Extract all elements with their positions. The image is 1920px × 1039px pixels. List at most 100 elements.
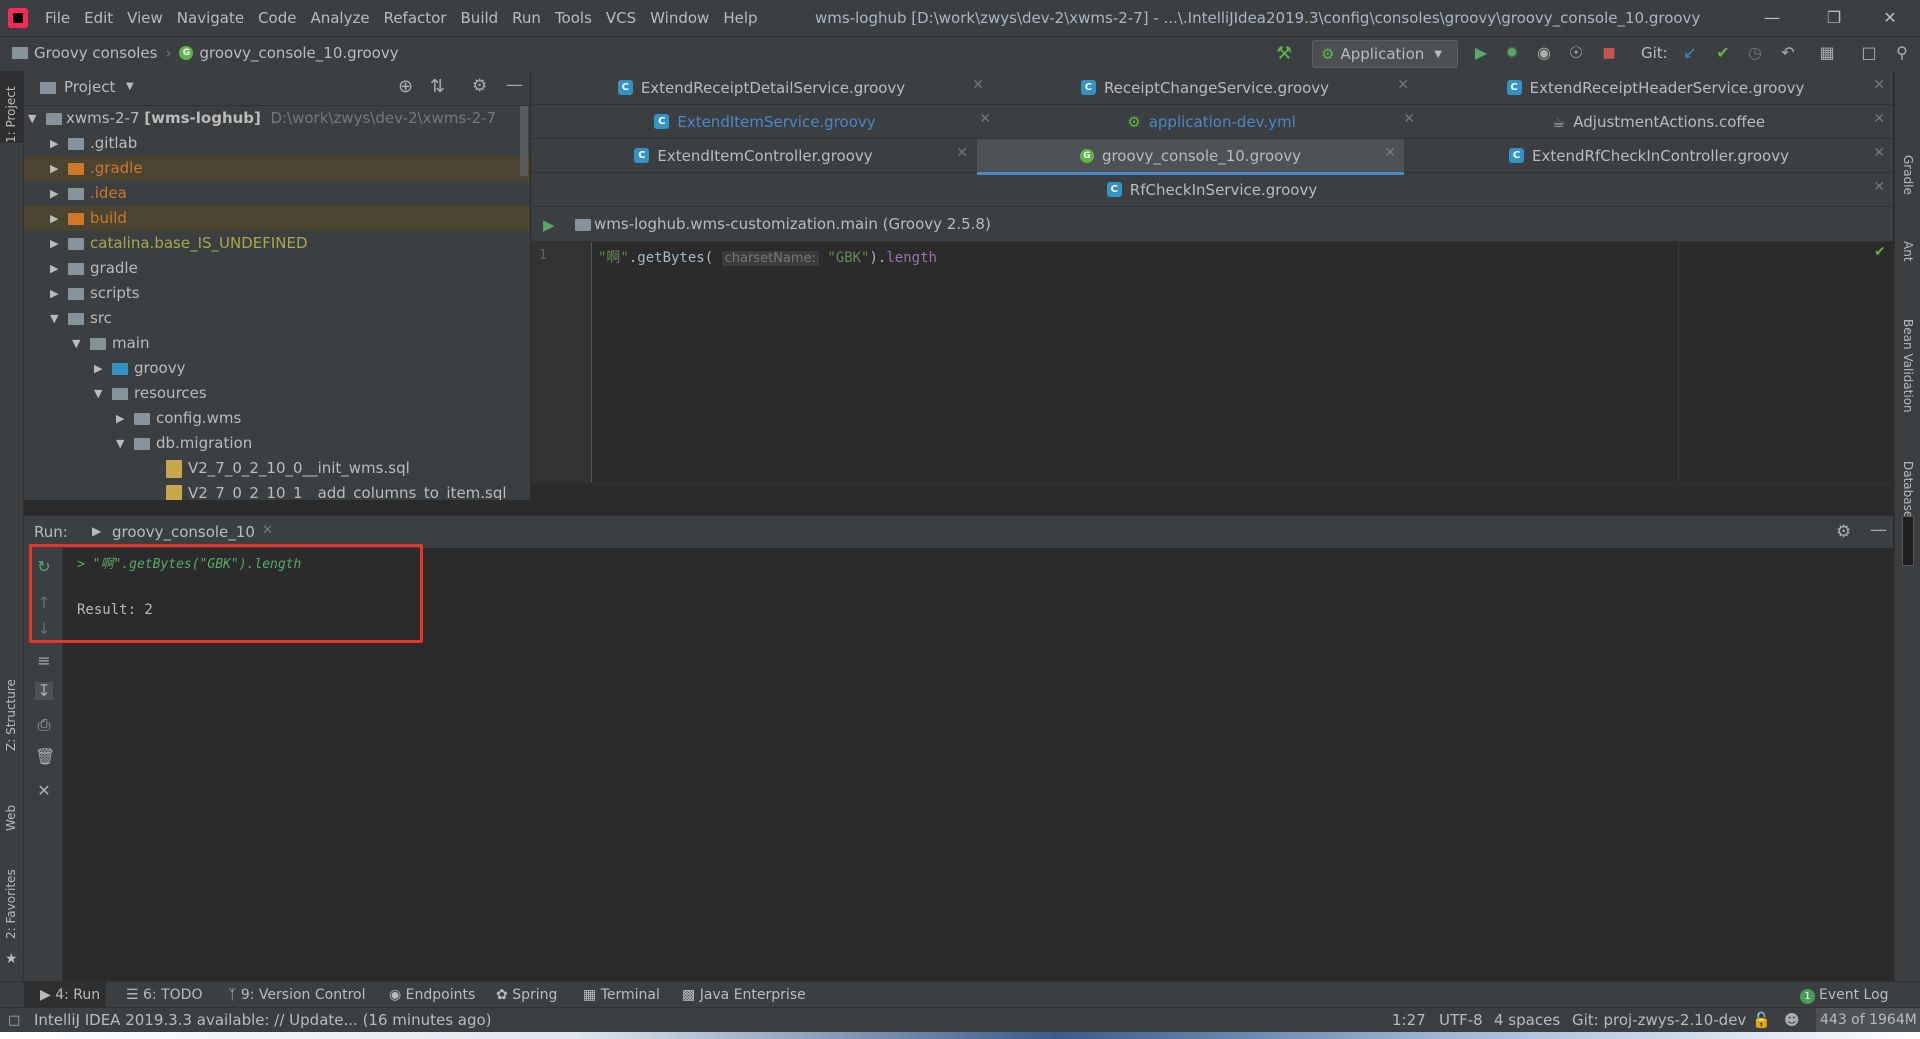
- memory-usage[interactable]: 443 of 1964M: [1816, 1008, 1920, 1033]
- restore-button[interactable]: ❐: [1812, 0, 1856, 36]
- git-update-icon[interactable]: ↙: [1681, 44, 1699, 62]
- menu-navigate[interactable]: Navigate: [170, 9, 251, 27]
- hide-panel-icon[interactable]: —: [1870, 520, 1887, 540]
- tab-extend-item-controller[interactable]: C ExtendItemController.groovy ✕: [531, 139, 976, 173]
- tab-groovy-console-10[interactable]: Ggroovy_console_10.groovy ✕: [977, 139, 1404, 175]
- layout-icon[interactable]: □: [1860, 44, 1878, 62]
- tool-tab-version-control[interactable]: ᛉ 9: Version Control: [228, 982, 365, 1008]
- menu-analyze[interactable]: Analyze: [303, 9, 376, 27]
- tree-node-gradle[interactable]: ▶ gradle: [50, 256, 138, 281]
- tool-tab-endpoints[interactable]: ◉ Endpoints: [389, 982, 475, 1008]
- menu-build[interactable]: Build: [454, 9, 506, 27]
- close-run-tab-icon[interactable]: ✕: [262, 523, 273, 538]
- lock-icon[interactable]: 🔓: [1752, 1008, 1771, 1033]
- tool-tab-spring[interactable]: ✿ Spring: [496, 982, 557, 1008]
- tool-tab-ant[interactable]: Ant: [1901, 241, 1915, 262]
- chevron-down-icon[interactable]: ▼: [126, 81, 134, 92]
- menu-tools[interactable]: Tools: [548, 9, 599, 27]
- file-encoding[interactable]: UTF-8: [1439, 1008, 1483, 1033]
- vertical-scrollbar[interactable]: [520, 106, 528, 176]
- git-commit-icon[interactable]: ✔: [1714, 44, 1732, 62]
- close-run-icon[interactable]: ✕: [35, 782, 53, 800]
- hide-panel-icon[interactable]: —: [506, 75, 523, 95]
- run-tab-groovy-console-10[interactable]: groovy_console_10: [112, 523, 255, 541]
- git-history-icon[interactable]: ◷: [1746, 44, 1764, 62]
- indent-setting[interactable]: 4 spaces: [1494, 1008, 1560, 1033]
- profile-icon[interactable]: ☉: [1567, 44, 1585, 62]
- tree-node-gitlab[interactable]: ▶ .gitlab: [50, 131, 137, 156]
- code-editor[interactable]: "啊".getBytes( charsetName: "GBK").length…: [592, 242, 1893, 482]
- tree-node-db-migration[interactable]: ▼ db.migration: [116, 431, 252, 456]
- git-branch[interactable]: Git: proj-zwys-2.10-dev: [1572, 1008, 1746, 1033]
- settings-gear-icon[interactable]: ⚙: [1836, 522, 1851, 542]
- tab-rf-check-in-service[interactable]: C RfCheckInService.groovy ✕: [531, 173, 1893, 207]
- tree-node-build[interactable]: ▶ build: [50, 206, 127, 231]
- tree-node-main[interactable]: ▼ main: [72, 331, 149, 356]
- tab-extend-rf-check-in-controller[interactable]: C ExtendRfCheckInController.groovy ✕: [1405, 139, 1893, 173]
- minimize-button[interactable]: —: [1750, 0, 1794, 36]
- tab-extend-item-service[interactable]: C ExtendItemService.groovy ✕: [531, 105, 999, 139]
- tool-tab-favorites[interactable]: 2: Favorites: [4, 869, 18, 939]
- tree-node-groovy[interactable]: ▶ groovy: [94, 356, 185, 381]
- clear-all-icon[interactable]: 🗑: [35, 748, 55, 766]
- execute-console-icon[interactable]: ▶: [543, 216, 555, 234]
- tab-extend-receipt-detail-service[interactable]: C ExtendReceiptDetailService.groovy ✕: [531, 71, 992, 105]
- tree-node-scripts[interactable]: ▶ scripts: [50, 281, 140, 306]
- breadcrumb-file[interactable]: groovy_console_10.groovy: [199, 44, 398, 62]
- search-icon[interactable]: ⚲: [1893, 44, 1911, 62]
- run-configuration-select[interactable]: ⚙ Application ▼: [1312, 40, 1458, 68]
- status-toggle-icon[interactable]: □: [8, 1008, 20, 1033]
- tree-node-catalina[interactable]: ▶ catalina.base_IS_UNDEFINED: [50, 231, 308, 256]
- git-rollback-icon[interactable]: ↶: [1779, 44, 1797, 62]
- close-window-button[interactable]: ✕: [1868, 0, 1912, 36]
- tool-tab-project[interactable]: 1: Project: [4, 86, 18, 143]
- tree-node-sql-add-columns[interactable]: V2_7_0_2_10_1__add_columns_to_item.sql: [166, 481, 507, 500]
- settings-gear-icon[interactable]: ⚙: [472, 76, 487, 96]
- menu-refactor[interactable]: Refactor: [377, 9, 454, 27]
- menu-code[interactable]: Code: [251, 9, 303, 27]
- menu-run[interactable]: Run: [505, 9, 548, 27]
- tab-application-dev-yml[interactable]: ⚙ application-dev.yml ✕: [1000, 105, 1423, 139]
- status-message[interactable]: IntelliJ IDEA 2019.3.3 available: // Upd…: [34, 1008, 492, 1033]
- tree-node-sql-init[interactable]: V2_7_0_2_10_0__init_wms.sql: [166, 456, 410, 481]
- stop-icon[interactable]: ■: [1600, 44, 1618, 62]
- caret-position[interactable]: 1:27: [1392, 1008, 1426, 1033]
- collapse-all-icon[interactable]: ⇅: [430, 76, 445, 97]
- tree-node-config-wms[interactable]: ▶ config.wms: [116, 406, 241, 431]
- coverage-icon[interactable]: ◉: [1535, 44, 1553, 62]
- tab-adjustment-actions-coffee[interactable]: ☕ AdjustmentActions.coffee ✕: [1424, 105, 1893, 139]
- tab-receipt-change-service[interactable]: C ReceiptChangeService.groovy ✕: [993, 71, 1417, 105]
- tree-node-gradle-hidden[interactable]: ▶ .gradle: [50, 156, 143, 181]
- tool-tab-terminal[interactable]: ▦ Terminal: [583, 982, 660, 1008]
- menu-vcs[interactable]: VCS: [599, 9, 643, 27]
- tree-node-root[interactable]: ▼ xwms-2-7 [wms-loghub] D:\work\zwys\dev…: [28, 106, 496, 131]
- build-hammer-icon[interactable]: ⚒: [1276, 43, 1292, 64]
- tool-tab-run[interactable]: ▶ 4: Run: [40, 982, 100, 1008]
- locate-file-icon[interactable]: ⊕: [398, 76, 413, 97]
- tool-tab-java-enterprise[interactable]: ▩ Java Enterprise: [682, 982, 806, 1008]
- menu-view[interactable]: View: [120, 9, 170, 27]
- console-module-select[interactable]: wms-loghub.wms-customization.main (Groov…: [594, 215, 991, 233]
- menu-edit[interactable]: Edit: [77, 9, 120, 27]
- scroll-to-end-icon[interactable]: ↧: [35, 682, 53, 700]
- run-icon[interactable]: ▶: [1472, 44, 1490, 62]
- project-structure-icon[interactable]: ▦: [1818, 44, 1836, 62]
- print-icon[interactable]: ⎙: [35, 716, 53, 734]
- tab-extend-receipt-header-service[interactable]: C ExtendReceiptHeaderService.groovy ✕: [1418, 71, 1893, 105]
- tool-tab-todo[interactable]: ☰ 6: TODO: [126, 982, 202, 1008]
- tool-tab-bean-validation[interactable]: Bean Validation: [1901, 319, 1915, 413]
- tool-tab-event-log[interactable]: 1 Event Log: [1800, 982, 1889, 1008]
- soft-wrap-icon[interactable]: ≡: [35, 652, 53, 670]
- project-view-title[interactable]: Project: [64, 78, 115, 96]
- debug-icon[interactable]: ✹: [1503, 44, 1521, 62]
- tree-node-resources[interactable]: ▼ resources: [94, 381, 207, 406]
- tree-node-src[interactable]: ▼ src: [50, 306, 112, 331]
- tree-node-idea[interactable]: ▶ .idea: [50, 181, 127, 206]
- inspector-icon[interactable]: ☻: [1784, 1008, 1800, 1033]
- tool-tab-structure[interactable]: Z: Structure: [4, 679, 18, 751]
- menu-help[interactable]: Help: [716, 9, 764, 27]
- breadcrumb-root[interactable]: Groovy consoles: [34, 44, 157, 62]
- tool-tab-gradle[interactable]: Gradle: [1901, 155, 1915, 195]
- menu-file[interactable]: File: [38, 9, 77, 27]
- menu-window[interactable]: Window: [643, 9, 716, 27]
